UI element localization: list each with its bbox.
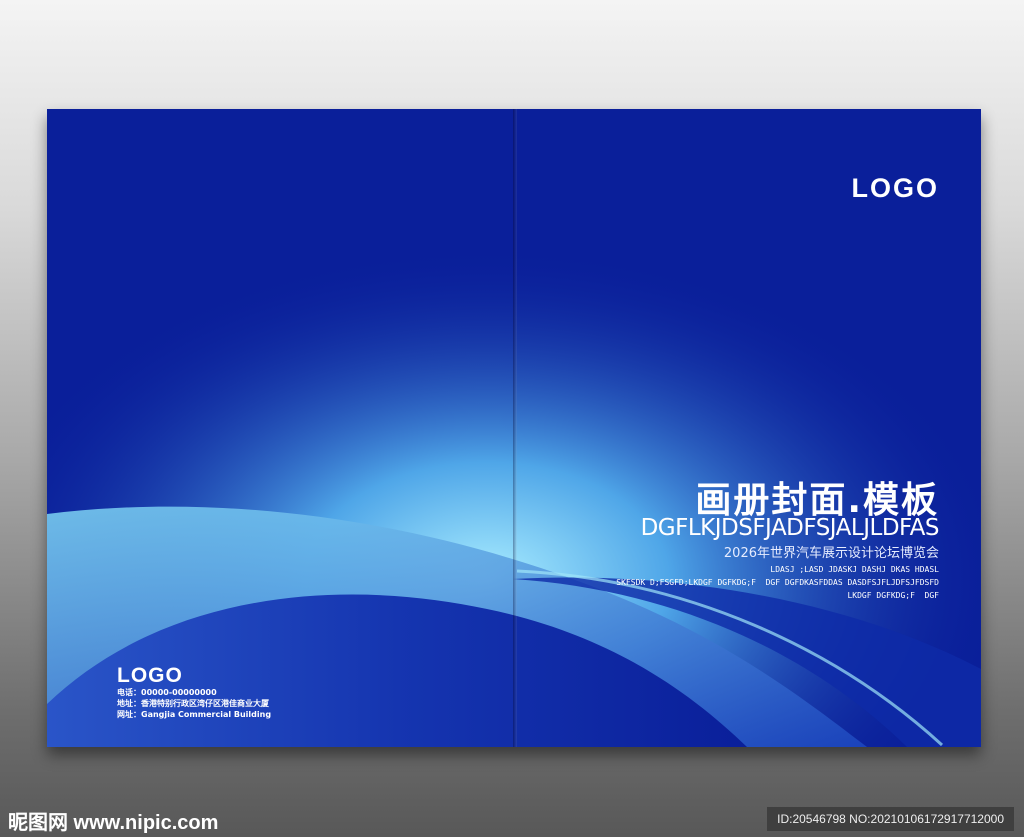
address-text: 地址：香港特别行政区湾仔区港佳商业大厦 xyxy=(117,699,269,708)
subtitle-cn: 2026年世界汽车展示设计论坛博览会 xyxy=(723,546,939,561)
image-id-label: ID:20546798 NO:20210106172917712000 xyxy=(767,807,1014,831)
small-text-line: SKFSDK D;FSGFD;LKDGF DGFKDG;F DGF DGFDKA… xyxy=(616,578,939,587)
website-text: 网址：Gangjia Commercial Building xyxy=(117,710,272,719)
brochure-cover: LOGO 画册封面.模板 DGFLKJDSFJADFSJALJLDFAS 202… xyxy=(47,109,981,747)
phone-text: 电话：00000-00000000 xyxy=(117,688,217,697)
book-spine xyxy=(513,109,517,747)
site-watermark: 昵图网 www.nipic.com xyxy=(8,812,219,834)
back-logo: LOGO xyxy=(117,664,183,687)
front-logo: LOGO xyxy=(851,173,939,203)
small-text-line: LKDGF DGFKDG;F DGF xyxy=(847,591,939,600)
small-text-line: LDASJ ;LASD JDASKJ DASHJ DKAS HDASL xyxy=(770,565,939,574)
subtitle-en: DGFLKJDSFJADFSJALJLDFAS xyxy=(640,515,940,541)
